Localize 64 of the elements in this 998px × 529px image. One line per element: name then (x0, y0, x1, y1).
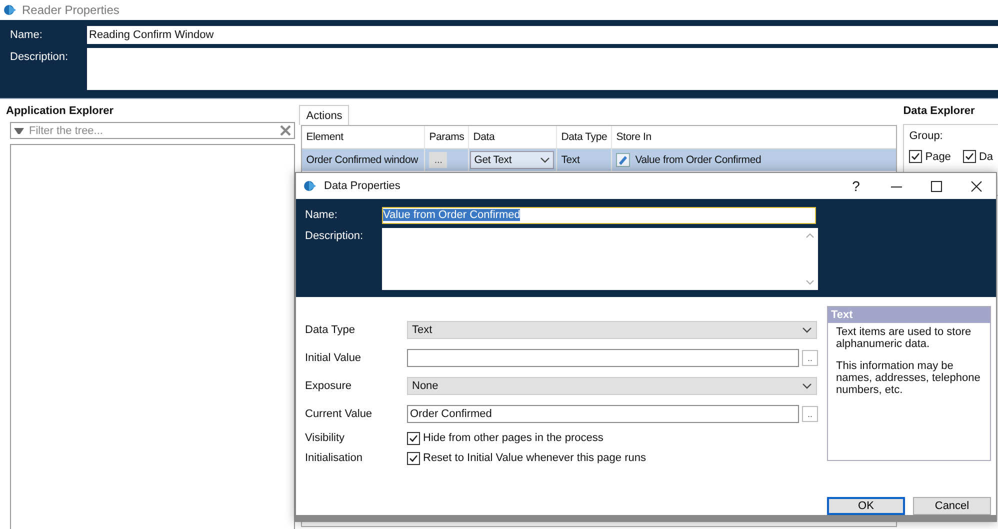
checkbox-label: Hide from other pages in the process (423, 432, 604, 444)
checkbox-label: Page (925, 150, 951, 162)
description-field[interactable] (382, 228, 818, 290)
panel-title: Data Explorer (903, 105, 976, 119)
params-button[interactable]: ... (429, 152, 448, 168)
column-header: Element (302, 126, 426, 148)
ok-button[interactable]: OK (827, 497, 905, 515)
group-label: Group: (909, 130, 944, 142)
panel-title: Application Explorer (6, 105, 115, 119)
app-logo-icon (304, 180, 316, 192)
checkbox[interactable] (962, 150, 976, 163)
field-label: Description: (305, 229, 364, 244)
browse-button[interactable]: .. (802, 350, 818, 366)
data-dropdown[interactable]: Get Text (470, 151, 554, 169)
dropdown[interactable]: Text (407, 321, 817, 339)
name-field[interactable]: Reading Confirm Window (87, 26, 998, 44)
clear-icon (280, 125, 291, 136)
info-title: Text (828, 307, 990, 323)
text-field[interactable] (407, 349, 799, 367)
browse-button[interactable]: .. (802, 406, 818, 422)
column-header: Store In (615, 130, 652, 145)
checkbox-label: Da (978, 150, 993, 162)
dialog-title: Data Properties (324, 180, 402, 192)
app-logo-icon (4, 4, 16, 16)
scroll-down-icon (806, 280, 814, 285)
field-label: Initial Value (305, 352, 362, 364)
checkbox[interactable] (909, 150, 922, 163)
chevron-down-icon (802, 383, 812, 389)
close-icon (970, 180, 982, 192)
checkbox[interactable] (407, 452, 420, 464)
info-text: This information may be names, addresses, telephone numbers, etc. (836, 360, 982, 396)
field-label: Current Value (305, 408, 374, 420)
field-label: Exposure (305, 380, 352, 392)
table-cell: Value from Order Confirmed (635, 154, 762, 166)
dropdown[interactable]: None (407, 377, 817, 395)
window-title: Reader Properties (22, 3, 120, 17)
table-row[interactable]: Order Confirmed window ... Get Text Text Value from Order Confirmed (302, 149, 896, 171)
info-text: Text items are used to store alphanumeric data. (836, 326, 972, 350)
field-label: Name: (305, 208, 338, 223)
field-label: Initialisation (305, 452, 364, 464)
text-field[interactable]: Order Confirmed (407, 405, 799, 423)
scroll-up-icon (806, 233, 814, 238)
filter-icon (14, 128, 24, 134)
description-field[interactable] (87, 48, 998, 90)
field-label: Name: (10, 28, 44, 41)
checkbox[interactable] (407, 432, 420, 444)
field-label: Data Type (305, 324, 356, 336)
chevron-down-icon (540, 157, 550, 163)
data-item-icon (616, 153, 630, 167)
help-button[interactable]: ? (836, 173, 876, 199)
column-header: Data Type (557, 126, 612, 148)
column-header: Params (425, 126, 470, 148)
table-cell: Text (557, 149, 612, 171)
tab[interactable]: Actions (299, 105, 350, 125)
field-label: Description: (10, 50, 70, 63)
table-cell: Order Confirmed window (302, 149, 426, 171)
checkbox-label: Reset to Initial Value whenever this page runs (423, 452, 646, 464)
column-header: Data (469, 126, 558, 148)
maximize-icon (930, 180, 942, 192)
name-field[interactable]: Value from Order Confirmed (382, 207, 816, 224)
cancel-button[interactable]: Cancel (913, 497, 991, 515)
filter-field[interactable]: Filter the tree... (10, 122, 295, 139)
chevron-down-icon (802, 327, 812, 333)
field-label: Visibility (305, 432, 346, 444)
